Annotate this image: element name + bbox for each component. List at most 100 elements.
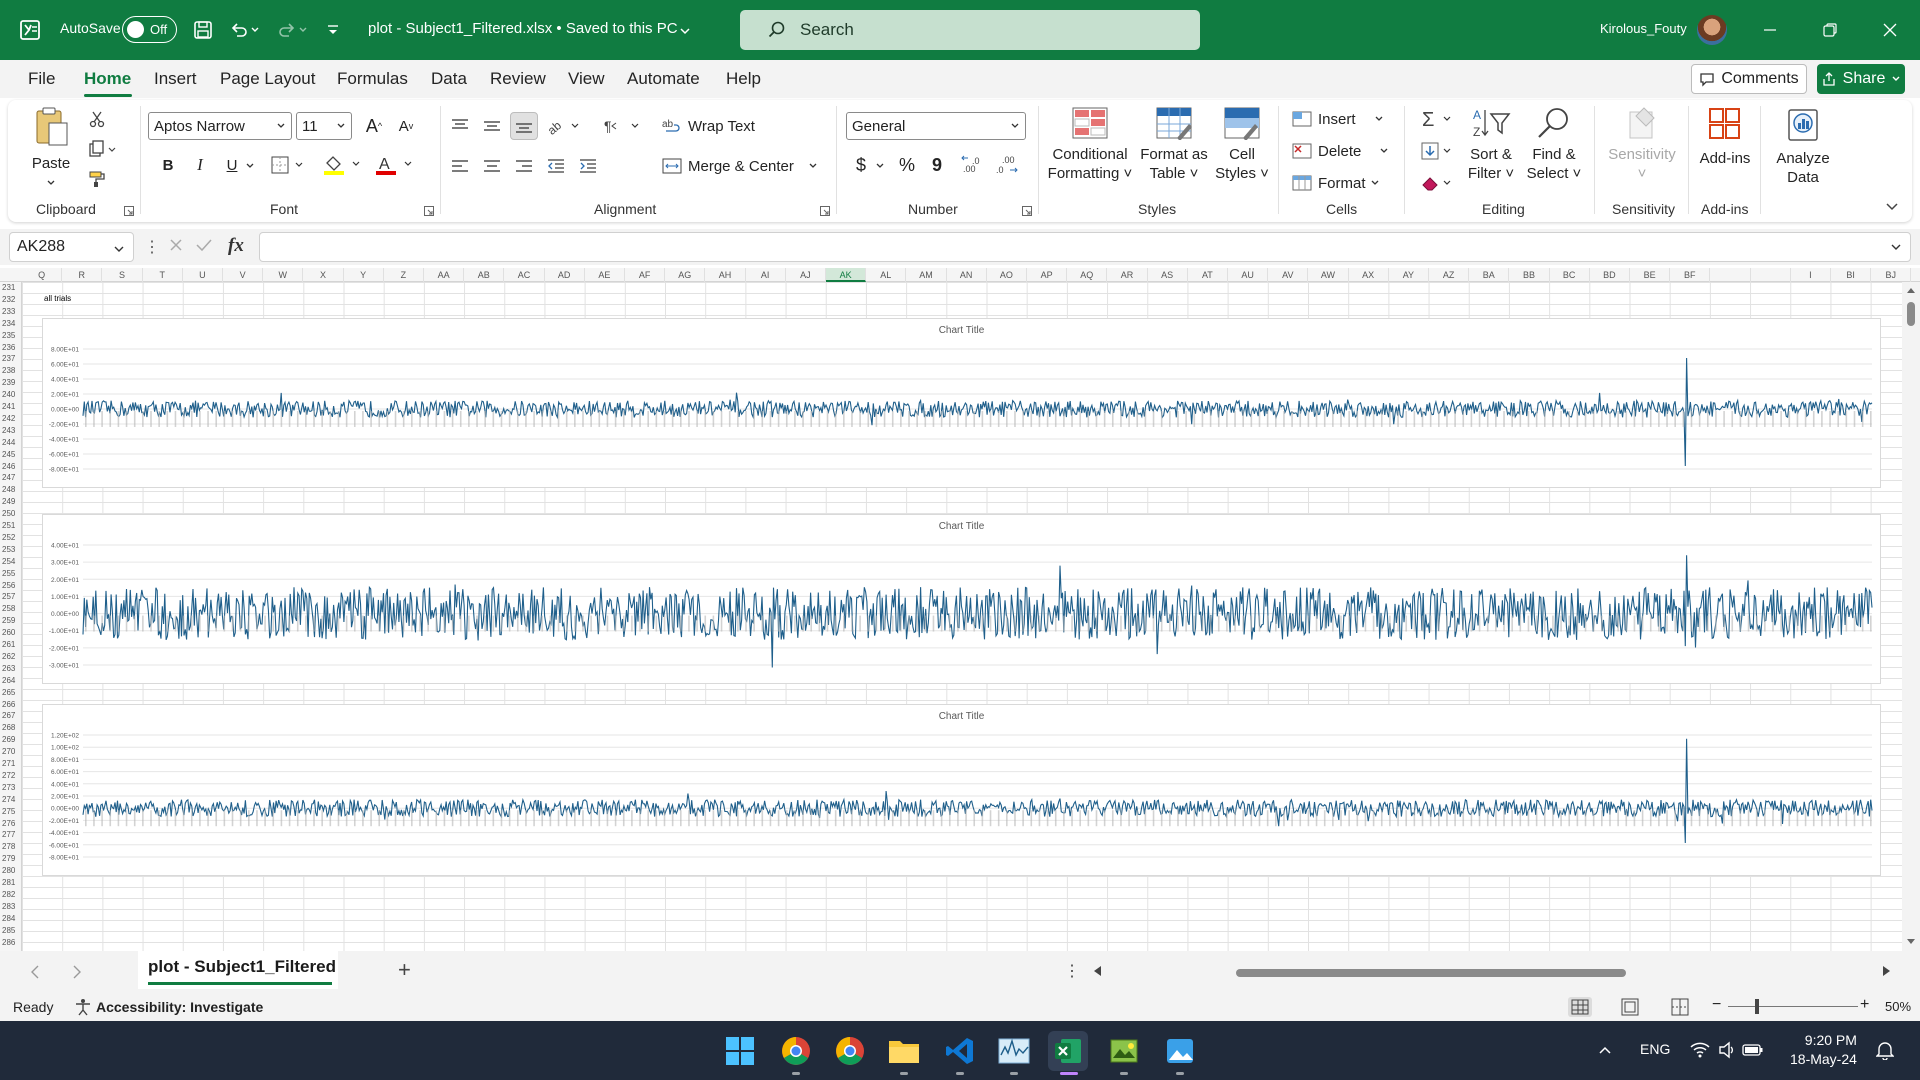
sort-filter-button[interactable]: AZ Sort & Filter ˅: [1464, 106, 1518, 183]
system-clock[interactable]: 9:20 PM 18-May-24: [1790, 1031, 1857, 1069]
column-header[interactable]: BC: [1550, 268, 1590, 282]
row-header[interactable]: 269: [0, 734, 22, 745]
autosum-icon[interactable]: Σ: [1418, 106, 1458, 132]
number-format-select[interactable]: General: [846, 112, 1026, 140]
image-editor-icon[interactable]: [1104, 1031, 1144, 1071]
conditional-formatting-button[interactable]: Conditional Formatting ˅: [1046, 106, 1134, 183]
align-bottom-icon[interactable]: [510, 112, 538, 140]
column-header[interactable]: AM: [906, 268, 947, 282]
align-top-icon[interactable]: [446, 112, 474, 140]
search-box[interactable]: Search: [740, 10, 1200, 50]
column-header[interactable]: AO: [987, 268, 1027, 282]
align-center-icon[interactable]: [478, 152, 506, 180]
tab-home[interactable]: Home: [84, 69, 131, 89]
signal-viewer-icon[interactable]: [994, 1031, 1034, 1071]
analyze-data-button[interactable]: Analyze Data: [1768, 106, 1838, 187]
align-right-icon[interactable]: [510, 152, 538, 180]
column-header[interactable]: BD: [1590, 268, 1630, 282]
accessibility-status[interactable]: Accessibility: Investigate: [96, 999, 263, 1015]
page-break-view-icon[interactable]: [1668, 997, 1692, 1020]
number-launcher-icon[interactable]: [1022, 206, 1032, 216]
language-indicator[interactable]: ENG: [1640, 1041, 1670, 1057]
alignment-launcher-icon[interactable]: [820, 206, 830, 216]
align-left-icon[interactable]: [446, 152, 474, 180]
row-header[interactable]: 255: [0, 568, 22, 579]
horizontal-scroll-thumb[interactable]: [1236, 969, 1626, 977]
save-icon[interactable]: [190, 17, 216, 43]
column-header[interactable]: AV: [1268, 268, 1309, 282]
cell-all-trials[interactable]: all trials: [44, 294, 71, 303]
row-header[interactable]: 273: [0, 782, 22, 793]
row-header[interactable]: 244: [0, 437, 22, 448]
row-header[interactable]: 277: [0, 829, 22, 840]
row-header[interactable]: 249: [0, 496, 22, 507]
column-header[interactable]: AD: [545, 268, 585, 282]
autosave-toggle[interactable]: Off: [122, 16, 177, 43]
photos-icon[interactable]: [1160, 1031, 1200, 1071]
merge-center-button[interactable]: Merge & Center: [662, 152, 832, 180]
column-header[interactable]: T: [143, 268, 183, 282]
restore-icon[interactable]: [1815, 15, 1845, 45]
worksheet-grid[interactable]: Q R S T U V W X Y Z AA AB AC AD AE AF AG AH AI AJ AK AL AM AN AO…: [0, 268, 1920, 951]
column-header[interactable]: Y: [344, 268, 384, 282]
copy-icon[interactable]: [84, 136, 120, 162]
tab-data[interactable]: Data: [431, 69, 467, 89]
row-header[interactable]: 237: [0, 353, 22, 364]
decrease-font-icon[interactable]: Av: [394, 113, 418, 139]
fill-color-icon[interactable]: [320, 152, 366, 178]
increase-font-icon[interactable]: A ^: [362, 113, 386, 139]
next-sheet-icon[interactable]: [72, 965, 82, 979]
previous-sheet-icon[interactable]: [30, 965, 40, 979]
column-header[interactable]: AN: [947, 268, 987, 282]
column-header[interactable]: AR: [1107, 268, 1148, 282]
column-header[interactable]: [1710, 268, 1751, 282]
insert-function-icon[interactable]: fx: [228, 235, 244, 257]
battery-icon[interactable]: [1742, 1042, 1764, 1058]
column-header[interactable]: AS: [1148, 268, 1188, 282]
row-header[interactable]: 232: [0, 294, 22, 305]
orientation-icon[interactable]: ab: [544, 112, 584, 140]
column-header[interactable]: BE: [1630, 268, 1671, 282]
row-header[interactable]: 258: [0, 603, 22, 614]
increase-decimal-icon[interactable]: .00.0: [958, 152, 988, 178]
comma-style-button[interactable]: 9: [926, 152, 948, 178]
row-header[interactable]: 286: [0, 937, 22, 948]
row-header[interactable]: 276: [0, 818, 22, 829]
row-header[interactable]: 283: [0, 901, 22, 912]
paragraph-direction-icon[interactable]: ¶: [600, 112, 644, 140]
comments-button[interactable]: Comments: [1691, 64, 1807, 94]
column-header[interactable]: AZ: [1429, 268, 1470, 282]
clipboard-launcher-icon[interactable]: [124, 206, 134, 216]
format-as-table-button[interactable]: Format as Table ˅: [1138, 106, 1210, 183]
column-header[interactable]: BJ: [1871, 268, 1912, 282]
zoom-level[interactable]: 50%: [1885, 999, 1911, 1014]
font-size-select[interactable]: 11: [296, 112, 352, 140]
chart-3[interactable]: Chart Title 1.20E+02 1.00E+02 8.00E+01 6.00E…: [42, 704, 1881, 876]
vertical-scrollbar[interactable]: [1902, 282, 1920, 951]
tab-automate[interactable]: Automate: [627, 69, 700, 89]
expand-formula-bar-icon[interactable]: [1890, 241, 1902, 253]
column-header[interactable]: AG: [665, 268, 706, 282]
bold-button[interactable]: B: [156, 152, 180, 178]
column-header[interactable]: Z: [384, 268, 424, 282]
column-header[interactable]: X: [303, 268, 344, 282]
page-layout-view-icon[interactable]: [1618, 997, 1642, 1020]
row-header[interactable]: 252: [0, 532, 22, 543]
font-launcher-icon[interactable]: [424, 206, 434, 216]
tab-review[interactable]: Review: [490, 69, 546, 89]
font-family-select[interactable]: Aptos Narrow: [148, 112, 292, 140]
sheet-tab-active[interactable]: plot - Subject1_Filtered: [148, 957, 336, 977]
formula-bar-more-icon[interactable]: ⋮: [144, 237, 160, 257]
scroll-right-icon[interactable]: [1882, 965, 1892, 977]
decrease-decimal-icon[interactable]: .00.0: [992, 152, 1022, 178]
column-header[interactable]: AJ: [786, 268, 826, 282]
volume-icon[interactable]: [1718, 1041, 1736, 1059]
confirm-entry-icon[interactable]: [194, 235, 214, 258]
row-header[interactable]: 271: [0, 758, 22, 769]
wifi-icon[interactable]: [1690, 1041, 1710, 1059]
row-header[interactable]: 250: [0, 508, 22, 519]
zoom-slider-thumb[interactable]: [1755, 999, 1759, 1014]
chrome-icon[interactable]: [830, 1031, 870, 1071]
column-header[interactable]: R: [62, 268, 103, 282]
row-header[interactable]: 267: [0, 710, 22, 721]
